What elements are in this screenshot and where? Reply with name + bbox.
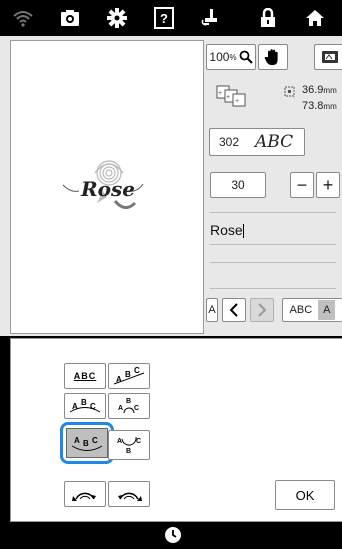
rotate-arc-cw-icon (118, 492, 142, 501)
font-sample: ABC (255, 132, 294, 152)
magnifier-icon (239, 50, 253, 64)
text-entry-value: Rose (210, 222, 243, 238)
arrange-slope-button[interactable]: ABC (108, 363, 150, 389)
svg-text:A: A (74, 436, 80, 445)
rotate-arc-ccw-icon (72, 492, 96, 501)
width-value: 36.9 (302, 84, 324, 96)
arrange-straight-label: ABC (73, 371, 97, 381)
arrange-circle-top-button[interactable]: BA C (108, 393, 150, 419)
svg-text:+: + (235, 98, 239, 105)
svg-text::: : (294, 95, 295, 100)
lock-icon[interactable] (254, 6, 282, 30)
svg-text:B: B (83, 439, 89, 448)
cursor-right-button[interactable] (250, 298, 274, 322)
size-plus-button[interactable]: + (316, 172, 340, 198)
bottom-bar (0, 522, 342, 549)
svg-text:C: C (134, 405, 139, 412)
right-panel: 100% + + + : 36.9mm 73.8mm 302 ABC 30 − … (206, 40, 342, 332)
arrange-straight-button[interactable]: ABC (64, 363, 106, 389)
svg-text:+: + (218, 90, 222, 97)
size-minus-button[interactable]: − (290, 172, 314, 198)
height-unit: mm (323, 102, 337, 111)
arc-down-text-icon: ABC (71, 436, 103, 451)
size-value-field: 30 (210, 172, 266, 198)
divider (210, 212, 336, 213)
circle-bottom-text-icon: ABC (117, 436, 141, 455)
svg-text:+: + (226, 94, 230, 101)
presser-foot-icon[interactable] (197, 6, 225, 30)
frame-button[interactable] (314, 44, 342, 70)
pattern-size-icon: : (284, 86, 298, 101)
frame-size-icon: + + + (216, 84, 252, 108)
text-cursor (242, 223, 244, 238)
font-number: 302 (219, 135, 240, 149)
zoom-button[interactable]: 100% (206, 44, 256, 70)
wifi-icon[interactable] (9, 6, 37, 30)
slope-text-icon: AB C (113, 366, 145, 385)
char-style-button[interactable]: A (206, 298, 218, 322)
height-value: 73.8 (302, 100, 324, 112)
font-select-button[interactable]: 302 ABC (209, 128, 305, 156)
embroidery-preview: Rose (10, 40, 204, 334)
case-alt-label: A (318, 300, 336, 320)
zoom-unit: % (229, 52, 237, 62)
arrange-arc-up-button[interactable]: ABC (64, 393, 106, 419)
chevron-right-icon (258, 303, 267, 317)
rotate-ccw-button[interactable] (64, 481, 106, 507)
top-toolbar: ? (0, 0, 342, 36)
circle-top-text-icon: BA C (118, 398, 139, 414)
arrange-circle-bottom-button[interactable]: ABC (108, 430, 150, 460)
ok-button[interactable]: OK (275, 480, 335, 510)
size-value: 30 (231, 178, 245, 192)
chevron-left-icon (229, 303, 238, 317)
hand-tool-button[interactable] (258, 44, 288, 70)
width-unit: mm (323, 86, 337, 95)
embroidery-frame-icon (321, 51, 338, 63)
preview-text: Rose (81, 177, 135, 201)
svg-text:B: B (126, 448, 131, 455)
svg-text:A: A (118, 405, 123, 412)
rotate-cw-button[interactable] (108, 481, 150, 507)
cursor-left-button[interactable] (222, 298, 246, 322)
case-label: ABC (289, 304, 313, 316)
clock-icon[interactable] (164, 526, 182, 544)
text-line-3 (210, 288, 336, 289)
zoom-value: 100 (209, 50, 230, 64)
case-toggle-button[interactable]: ABC A (282, 298, 342, 322)
hand-icon (264, 49, 278, 65)
pattern-width: 36.9mm (302, 84, 337, 96)
svg-text:A: A (117, 438, 122, 445)
arc-up-text-icon: ABC (69, 398, 101, 413)
arrange-arc-down-selected[interactable]: ABC (60, 422, 114, 464)
settings-icon[interactable] (103, 6, 131, 30)
arrange-arc-down-button[interactable]: ABC (66, 428, 108, 458)
help-icon[interactable]: ? (150, 6, 178, 30)
edit-area: Rose 100% +++ : 36.9mm 73.8mm 302 ABC (0, 36, 342, 336)
svg-text:C: C (134, 366, 140, 375)
pattern-height: 73.8mm (302, 100, 337, 112)
text-entry[interactable]: Rose (210, 222, 336, 245)
svg-text:C: C (92, 436, 98, 445)
svg-text:B: B (81, 398, 87, 407)
text-arrangement-panel: ABC ABC ABC BAC ABC ABC OK (10, 338, 342, 522)
svg-text:C: C (136, 438, 141, 445)
svg-text:B: B (126, 398, 131, 405)
char-style-label: A (208, 304, 216, 316)
ok-label: OK (295, 487, 315, 503)
camera-icon[interactable] (56, 6, 84, 30)
home-icon[interactable] (301, 6, 329, 30)
plus-label: + (322, 174, 334, 195)
minus-label: − (296, 174, 308, 195)
text-line-2 (210, 262, 336, 263)
help-glyph: ? (154, 7, 174, 29)
